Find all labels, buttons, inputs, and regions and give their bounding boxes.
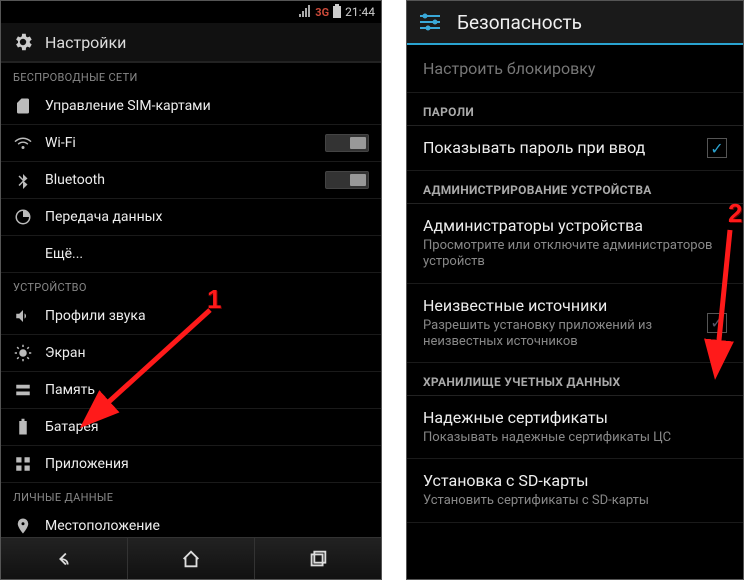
network-type: 3G (315, 6, 329, 19)
nav-recent-button[interactable] (255, 538, 381, 579)
status-bar: 3G 21:44 (1, 1, 381, 23)
clock: 21:44 (345, 5, 375, 19)
item-label: Батарея (45, 419, 369, 435)
wifi-icon (13, 133, 33, 153)
item-device-admins[interactable]: Администраторы устройства Просмотрите ил… (407, 204, 743, 284)
section-device: УСТРОЙСТВО (1, 273, 381, 298)
item-battery[interactable]: Батарея (1, 409, 381, 446)
item-more[interactable]: Ещё... (1, 236, 381, 273)
item-subtitle: Показывать надежные сертификаты ЦС (423, 430, 727, 446)
item-data-usage[interactable]: Передача данных (1, 199, 381, 236)
app-bar: Безопасность (407, 1, 743, 45)
app-title: Безопасность (457, 11, 582, 34)
app-title: Настройки (45, 33, 126, 52)
item-label: Ещё... (45, 246, 369, 262)
data-icon (13, 207, 33, 227)
settings-list[interactable]: БЕСПРОВОДНЫЕ СЕТИ Управление SIM-картами… (1, 63, 381, 537)
item-show-password[interactable]: Показывать пароль при ввод ✓ (407, 126, 743, 171)
item-title: Установка с SD-карты (423, 471, 727, 491)
section-admin: АДМИНИСТРИРОВАНИЕ УСТРОЙСТВА (407, 171, 743, 204)
item-storage[interactable]: Память (1, 372, 381, 409)
security-list[interactable]: Настроить блокировку ПАРОЛИ Показывать п… (407, 45, 743, 579)
section-personal: ЛИЧНЫЕ ДАННЫЕ (1, 483, 381, 508)
item-sim-management[interactable]: Управление SIM-картами (1, 88, 381, 125)
battery-icon (333, 4, 341, 21)
item-label: Wi-Fi (45, 135, 313, 151)
security-screen: Безопасность Настроить блокировку ПАРОЛИ… (406, 0, 744, 580)
item-label: Управление SIM-картами (45, 98, 369, 114)
item-label: Настроить блокировку (423, 59, 595, 78)
item-label: Профили звука (45, 308, 369, 324)
item-label: Приложения (45, 456, 369, 472)
item-title: Надежные сертификаты (423, 408, 727, 428)
bluetooth-toggle[interactable] (325, 171, 369, 189)
android-nav-bar (1, 537, 381, 579)
item-subtitle: Просмотрите или отключите администраторо… (423, 238, 727, 271)
location-icon (13, 516, 33, 536)
sim-icon (13, 96, 33, 116)
storage-icon (13, 380, 33, 400)
item-label: Экран (45, 345, 369, 361)
battery-icon (13, 417, 33, 437)
item-unknown-sources[interactable]: Неизвестные источники Разрешить установк… (407, 284, 743, 364)
blank-icon (13, 244, 33, 264)
item-lock-settings[interactable]: Настроить блокировку (407, 45, 743, 93)
item-label: Bluetooth (45, 172, 313, 188)
item-location[interactable]: Местоположение (1, 508, 381, 537)
item-trusted-certs[interactable]: Надежные сертификаты Показывать надежные… (407, 396, 743, 459)
nav-home-button[interactable] (128, 538, 255, 579)
sound-icon (13, 306, 33, 326)
unknown-sources-checkbox[interactable]: ✓ (707, 313, 727, 333)
sliders-icon[interactable] (417, 9, 443, 35)
item-wifi[interactable]: Wi-Fi (1, 125, 381, 162)
item-apps[interactable]: Приложения (1, 446, 381, 483)
section-passwords: ПАРОЛИ (407, 93, 743, 126)
bluetooth-icon (13, 170, 33, 190)
item-subtitle: Разрешить установку приложений из неизве… (423, 318, 697, 351)
item-display[interactable]: Экран (1, 335, 381, 372)
nav-back-button[interactable] (1, 538, 128, 579)
item-title: Неизвестные источники (423, 296, 697, 316)
section-credentials: ХРАНИЛИЩЕ УЧЕТНЫХ ДАННЫХ (407, 363, 743, 396)
item-title: Показывать пароль при ввод (423, 138, 697, 158)
item-label: Передача данных (45, 209, 369, 225)
display-icon (13, 343, 33, 363)
show-password-checkbox[interactable]: ✓ (707, 138, 727, 158)
item-install-sd[interactable]: Установка с SD-карты Установить сертифик… (407, 459, 743, 522)
apps-icon (13, 454, 33, 474)
item-label: Память (45, 382, 369, 398)
item-title: Администраторы устройства (423, 216, 727, 236)
item-subtitle: Установить сертификаты с SD-карты (423, 493, 727, 509)
section-wireless: БЕСПРОВОДНЫЕ СЕТИ (1, 63, 381, 88)
item-bluetooth[interactable]: Bluetooth (1, 162, 381, 199)
wifi-toggle[interactable] (325, 134, 369, 152)
signal-icon (299, 5, 311, 20)
gear-icon (11, 30, 35, 54)
settings-screen: 3G 21:44 Настройки БЕСПРОВОДНЫЕ СЕТИ Упр… (0, 0, 382, 580)
app-bar: Настройки (1, 23, 381, 63)
item-sound[interactable]: Профили звука (1, 298, 381, 335)
item-label: Местоположение (45, 518, 369, 534)
